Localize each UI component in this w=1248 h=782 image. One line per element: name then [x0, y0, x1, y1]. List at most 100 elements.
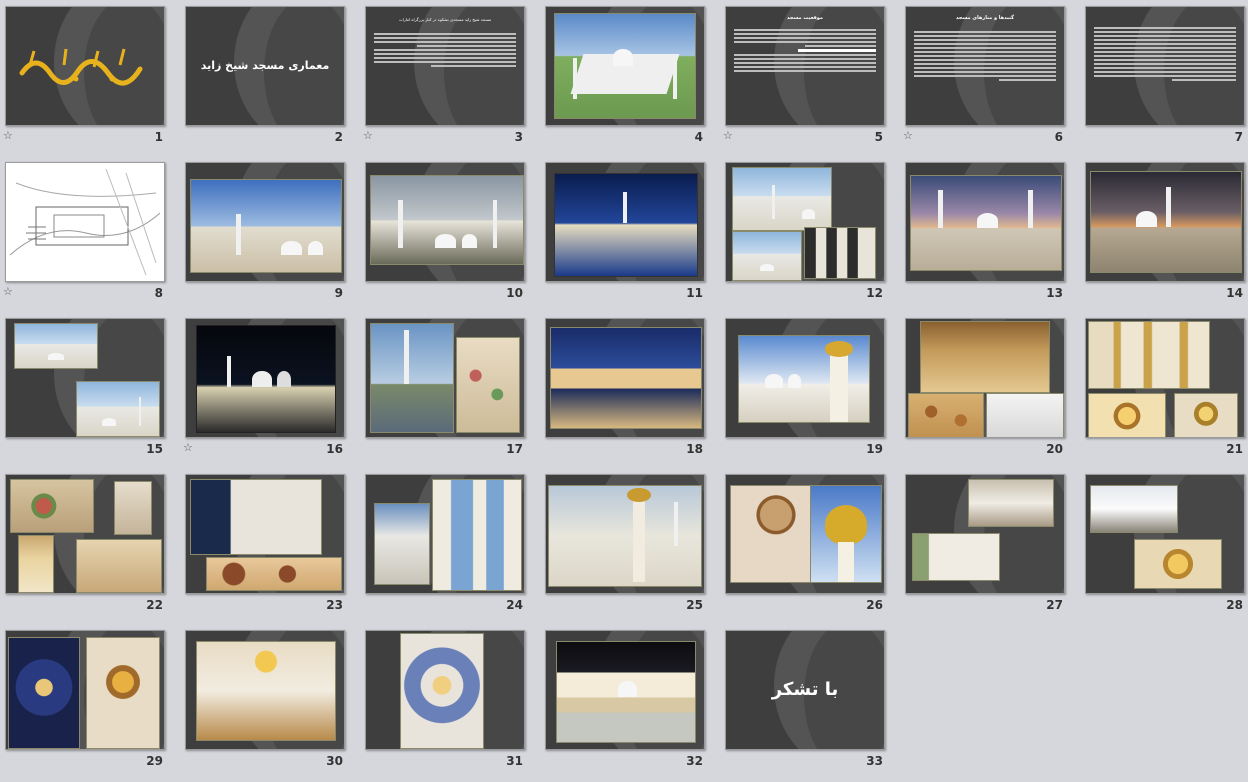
slide-number: 24	[506, 598, 523, 612]
slide-text-block	[914, 29, 1056, 83]
chandelier-interior-photo	[920, 321, 1050, 393]
hall-photo	[76, 539, 162, 593]
slide-number: 12	[866, 286, 883, 300]
slide-thumbnail-13[interactable]: 13	[903, 158, 1083, 314]
mosque-photo-2	[76, 381, 160, 437]
carved-wall-photo	[908, 393, 984, 437]
star-icon: ☆	[363, 129, 373, 142]
arch-door-photo	[114, 481, 152, 535]
star-icon: ☆	[903, 129, 913, 142]
courtyard-dusk-photo	[910, 175, 1062, 271]
slide-thumbnail-3[interactable]: مسجد شیخ زاید مسجدی بشکوه در کنار بزرگرا…	[363, 2, 543, 158]
slide-number: 27	[1046, 598, 1063, 612]
slide-number: 17	[506, 442, 523, 456]
gold-dome-photo	[86, 637, 160, 749]
slide-number: 5	[874, 130, 883, 144]
slide-thumbnail-22[interactable]: 22	[3, 470, 183, 626]
column-photo	[804, 227, 876, 279]
slide-thumbnail-20[interactable]: 20	[903, 314, 1083, 470]
slide-thumbnail-2[interactable]: معماری مسجد شیخ زاید 2	[183, 2, 363, 158]
slide-number: 22	[146, 598, 163, 612]
star-icon: ☆	[723, 129, 733, 142]
arcade-night-photo	[550, 327, 702, 429]
slide-thumbnail-21[interactable]: 21	[1083, 314, 1248, 470]
slide-number: 14	[1226, 286, 1243, 300]
slide-thumbnail-27[interactable]: 27	[903, 470, 1083, 626]
slide-text-block	[374, 31, 516, 69]
column-dome-photo	[738, 335, 870, 423]
slide-number: 19	[866, 442, 883, 456]
mosque-photo	[190, 179, 342, 273]
slide-number: 7	[1234, 130, 1243, 144]
gold-capital-photo	[810, 485, 882, 583]
slide-number: 10	[506, 286, 523, 300]
mosque-reflection-photo	[554, 173, 698, 277]
slide-thumbnail-29[interactable]: 29	[3, 626, 183, 782]
slide-thumbnail-14[interactable]: 14	[1083, 158, 1248, 314]
star-icon: ☆	[3, 285, 13, 298]
dome-interior-photo	[1090, 485, 1178, 533]
slide-thumbnail-15[interactable]: 15	[3, 314, 183, 470]
slide-thumbnail-17[interactable]: 17	[363, 314, 543, 470]
slide-thumbnail-7[interactable]: 7	[1083, 2, 1248, 158]
slide-number: 4	[694, 130, 703, 144]
slide-thumbnail-19[interactable]: 19	[723, 314, 903, 470]
courtyard-sunset-photo	[1090, 171, 1242, 273]
site-plan-image	[9, 168, 161, 276]
slide-number: 13	[1046, 286, 1063, 300]
slide-thumbnail-16[interactable]: ☆ 16	[183, 314, 363, 470]
calligraphy-bismillah-image	[19, 48, 143, 86]
slide-text-block	[1094, 25, 1236, 83]
slide-number: 29	[146, 754, 163, 768]
slide-thumbnail-26[interactable]: 26	[723, 470, 903, 626]
slide-heading: مسجد شیخ زاید مسجدی بشکوه در کنار بزرگرا…	[398, 17, 492, 22]
mosque-photo-2	[732, 231, 802, 281]
slide-thumbnail-23[interactable]: 23	[183, 470, 363, 626]
courtyard-columns-photo	[548, 485, 702, 587]
star-icon: ☆	[3, 129, 13, 142]
slide-number: 20	[1046, 442, 1063, 456]
night-courtyard-photo	[556, 641, 696, 743]
slide-number: 23	[326, 598, 343, 612]
slide-thumbnail-25[interactable]: 25	[543, 470, 723, 626]
gold-medallion-photo	[1174, 393, 1238, 437]
slide-thumbnail-11[interactable]: 11	[543, 158, 723, 314]
slide-number: 18	[686, 442, 703, 456]
floral-inlay-photo	[206, 557, 342, 591]
relief-arcade-photo	[190, 479, 322, 555]
slide-thumbnail-30[interactable]: 30	[183, 626, 363, 782]
slide-number: 16	[326, 442, 343, 456]
slide-thumbnail-9[interactable]: 9	[183, 158, 363, 314]
slide-heading: موقعیت مسجد	[786, 15, 824, 21]
slide-thumbnail-8[interactable]: ☆ 8	[3, 158, 183, 314]
arcade-pool-photo	[374, 503, 430, 585]
carpet-photo	[10, 479, 94, 533]
slide-thumbnail-6[interactable]: گنبدها و منارهای مسجد ☆ 6	[903, 2, 1083, 158]
slide-number: 33	[866, 754, 883, 768]
mosque-night-photo	[196, 325, 336, 433]
slide-thumbnail-28[interactable]: 28	[1083, 470, 1248, 626]
slide-thumbnail-24[interactable]: 24	[363, 470, 543, 626]
gold-chandelier-photo	[1134, 539, 1222, 589]
slide-heading: گنبدها و منارهای مسجد	[955, 15, 1015, 21]
slide-thumbnail-33[interactable]: با تشکر 33	[723, 626, 903, 782]
slide-number: 32	[686, 754, 703, 768]
slide-thumbnail-5[interactable]: موقعیت مسجد ☆ 5	[723, 2, 903, 158]
star-icon: ☆	[183, 441, 193, 454]
slide-thumbnail-31[interactable]: 31	[363, 626, 543, 782]
slide-thumbnail-1[interactable]: ☆ 1	[3, 2, 183, 158]
slide-number: 21	[1226, 442, 1243, 456]
slide-thumbnail-10[interactable]: 10	[363, 158, 543, 314]
slide-number: 30	[326, 754, 343, 768]
slide-thumbnail-4[interactable]: 4	[543, 2, 723, 158]
slide-thumbnail-12[interactable]: 12	[723, 158, 903, 314]
mosque-photo	[370, 175, 524, 265]
floral-courtyard-photo	[456, 337, 520, 433]
slide-thumbnail-32[interactable]: 32	[543, 626, 723, 782]
white-relief-photo	[986, 393, 1064, 437]
blue-dome-interior-photo	[400, 633, 484, 749]
slide-thumbnail-18[interactable]: 18	[543, 314, 723, 470]
slide-text-block	[734, 27, 876, 74]
slide-number: 1	[154, 130, 163, 144]
slide-number: 9	[334, 286, 343, 300]
